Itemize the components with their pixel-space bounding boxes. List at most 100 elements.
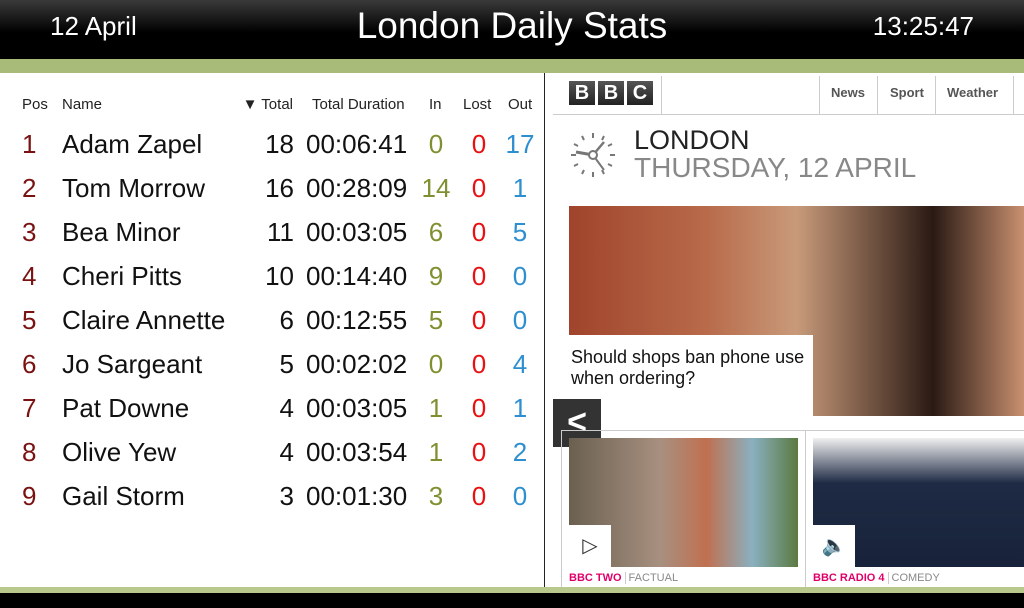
- logo-letter: B: [569, 81, 595, 105]
- cell-pos: 3: [22, 217, 37, 247]
- cell-name: Claire Annette: [62, 305, 226, 335]
- promo-tile-bbc-two[interactable]: ▷ BBC TWO FACTUAL: [561, 430, 805, 587]
- cell-total: 10: [265, 261, 294, 291]
- cell-name: Tom Morrow: [62, 173, 206, 203]
- cell-name: Jo Sargeant: [62, 349, 203, 379]
- divider: [661, 76, 662, 114]
- logo-letter: C: [627, 81, 653, 105]
- divider-bar: [0, 59, 1024, 73]
- cell-name: Cheri Pitts: [62, 261, 182, 291]
- footer: [0, 593, 1024, 608]
- hero-caption[interactable]: Should shops ban phone use when ordering…: [569, 335, 813, 416]
- table-row[interactable]: 2 Tom Morrow 16 00:28:09 14 0 1: [0, 173, 545, 217]
- clock-icon: [571, 133, 615, 177]
- cell-pos: 2: [22, 173, 37, 203]
- cell-lost: 0: [471, 261, 487, 291]
- cell-total: 6: [279, 305, 294, 335]
- col-in[interactable]: In: [429, 96, 442, 113]
- cell-in: 0: [428, 349, 444, 379]
- cell-out: 1: [512, 393, 528, 423]
- cell-in: 1: [428, 393, 444, 423]
- cell-lost: 0: [471, 217, 487, 247]
- cell-duration: 00:03:05: [306, 393, 408, 423]
- nav-sport[interactable]: Sport: [890, 85, 924, 100]
- divider: [553, 114, 1024, 115]
- cell-pos: 7: [22, 393, 37, 423]
- channel-label[interactable]: BBC RADIO 4: [813, 572, 885, 584]
- speaker-icon: 🔈: [813, 525, 855, 567]
- cell-out: 2: [512, 437, 528, 467]
- cell-pos: 4: [22, 261, 37, 291]
- col-out[interactable]: Out: [508, 96, 532, 113]
- cell-in: 0: [428, 129, 444, 159]
- col-pos[interactable]: Pos: [22, 96, 48, 113]
- table-row[interactable]: 8 Olive Yew 4 00:03:54 1 0 2: [0, 437, 545, 481]
- col-total[interactable]: ▼ Total: [243, 96, 293, 113]
- channel-label[interactable]: BBC TWO: [569, 572, 622, 584]
- promo-image: ▷: [569, 438, 798, 567]
- cell-out: 17: [505, 129, 535, 159]
- cell-name: Adam Zapel: [62, 129, 203, 159]
- cell-total: 4: [279, 393, 294, 423]
- col-duration[interactable]: Total Duration: [312, 96, 405, 113]
- cell-total: 11: [267, 217, 294, 247]
- table-row[interactable]: 5 Claire Annette 6 00:12:55 5 0 0: [0, 305, 545, 349]
- cell-lost: 0: [471, 437, 487, 467]
- cell-duration: 00:03:54: [306, 437, 408, 467]
- col-lost[interactable]: Lost: [463, 96, 491, 113]
- stats-table: Pos Name ▼ Total Total Duration In Lost …: [0, 73, 545, 587]
- promo-tile-radio4[interactable]: 🔈 BBC RADIO 4 COMEDY: [805, 430, 1024, 587]
- col-name[interactable]: Name: [62, 96, 102, 113]
- cell-out: 5: [512, 217, 528, 247]
- cell-total: 3: [279, 481, 294, 511]
- divider: [819, 76, 820, 114]
- cell-pos: 6: [22, 349, 37, 379]
- cell-duration: 00:02:02: [306, 349, 408, 379]
- cell-duration: 00:12:55: [306, 305, 408, 335]
- cell-pos: 1: [22, 129, 37, 159]
- cell-in: 3: [428, 481, 444, 511]
- genre-label[interactable]: COMEDY: [887, 572, 940, 584]
- cell-name: Pat Downe: [62, 393, 190, 423]
- cell-total: 5: [279, 349, 294, 379]
- table-row[interactable]: 6 Jo Sargeant 5 00:02:02 0 0 4: [0, 349, 545, 393]
- iplayer-icon: ▷: [569, 525, 611, 567]
- cell-name: Bea Minor: [62, 217, 181, 247]
- cell-total: 4: [279, 437, 294, 467]
- divider: [1013, 76, 1014, 114]
- cell-out: 0: [512, 481, 528, 511]
- divider: [877, 76, 878, 114]
- table-row[interactable]: 3 Bea Minor 11 00:03:05 6 0 5: [0, 217, 545, 261]
- table-row[interactable]: 9 Gail Storm 3 00:01:30 3 0 0: [0, 481, 545, 525]
- bbc-logo[interactable]: B B C: [569, 81, 653, 105]
- promo-label: BBC RADIO 4 COMEDY: [813, 572, 940, 584]
- cell-total: 18: [265, 129, 294, 159]
- cell-in: 9: [428, 261, 444, 291]
- promo-label: BBC TWO FACTUAL: [569, 572, 679, 584]
- bbc-panel: B B C News Sport Weather LONDON THURSDAY…: [546, 73, 1024, 587]
- cell-lost: 0: [471, 173, 487, 203]
- cell-duration: 00:01:30: [306, 481, 408, 511]
- table-row[interactable]: 7 Pat Downe 4 00:03:05 1 0 1: [0, 393, 545, 437]
- table-row[interactable]: 1 Adam Zapel 18 00:06:41 0 0 17: [0, 129, 545, 173]
- header-bar: 12 April London Daily Stats 13:25:47: [0, 0, 1024, 59]
- cell-out: 0: [512, 261, 528, 291]
- nav-weather[interactable]: Weather: [947, 85, 998, 100]
- cell-lost: 0: [471, 393, 487, 423]
- cell-in: 6: [428, 217, 444, 247]
- divider: [935, 76, 936, 114]
- cell-lost: 0: [471, 129, 487, 159]
- cell-pos: 5: [22, 305, 37, 335]
- promo-image: 🔈: [813, 438, 1024, 567]
- page-title: London Daily Stats: [356, 5, 668, 46]
- nav-news[interactable]: News: [831, 85, 865, 100]
- table-row[interactable]: 4 Cheri Pitts 10 00:14:40 9 0 0: [0, 261, 545, 305]
- cell-out: 4: [512, 349, 528, 379]
- genre-label[interactable]: FACTUAL: [624, 572, 679, 584]
- cell-duration: 00:06:41: [306, 129, 408, 159]
- cell-lost: 0: [471, 349, 487, 379]
- cell-in: 5: [428, 305, 444, 335]
- cell-out: 0: [512, 305, 528, 335]
- cell-duration: 00:14:40: [306, 261, 408, 291]
- cell-pos: 9: [22, 481, 37, 511]
